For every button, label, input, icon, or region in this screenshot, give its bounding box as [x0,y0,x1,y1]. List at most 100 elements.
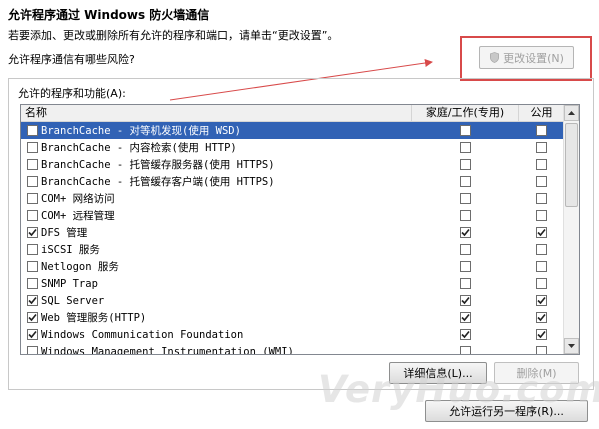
program-name: Windows Communication Foundation [41,328,244,341]
home-work-checkbox[interactable] [460,227,471,238]
home-work-checkbox[interactable] [460,142,471,153]
home-work-checkbox[interactable] [460,159,471,170]
public-checkbox[interactable] [536,261,547,272]
enabled-checkbox[interactable] [27,159,38,170]
row-home-cell [412,278,519,289]
risk-link[interactable]: 允许程序通信有哪些风险? [8,51,135,67]
home-work-checkbox[interactable] [460,312,471,323]
table-row[interactable]: SQL Server [21,292,564,309]
table-row[interactable]: Netlogon 服务 [21,258,564,275]
enabled-checkbox[interactable] [27,227,38,238]
home-work-checkbox[interactable] [460,210,471,221]
table-row[interactable]: COM+ 网络访问 [21,190,564,207]
column-header-home-work[interactable]: 家庭/工作(专用) [412,105,519,122]
row-home-cell [412,244,519,255]
table-row[interactable]: Windows Management Instrumentation (WMI) [21,343,564,355]
row-home-cell [412,159,519,170]
change-settings-button[interactable]: 更改设置(N) [479,46,574,69]
public-checkbox[interactable] [536,176,547,187]
public-checkbox[interactable] [536,346,547,354]
row-public-cell [519,159,564,170]
home-work-checkbox[interactable] [460,346,471,354]
enabled-checkbox[interactable] [27,295,38,306]
table-row[interactable]: BranchCache - 托管缓存服务器(使用 HTTPS) [21,156,564,173]
table-row[interactable]: Web 管理服务(HTTP) [21,309,564,326]
public-checkbox[interactable] [536,142,547,153]
enabled-checkbox[interactable] [27,346,38,354]
row-name-cell: Windows Management Instrumentation (WMI) [21,345,412,355]
table-row[interactable]: Windows Communication Foundation [21,326,564,343]
page-title: 允许程序通过 Windows 防火墙通信 [8,8,210,22]
public-checkbox[interactable] [536,244,547,255]
home-work-checkbox[interactable] [460,278,471,289]
list-rows: BranchCache - 对等机发现(使用 WSD) BranchCache -… [21,122,564,355]
table-row[interactable]: DFS 管理 [21,224,564,241]
table-row[interactable]: BranchCache - 对等机发现(使用 WSD) [21,122,564,139]
public-checkbox[interactable] [536,125,547,136]
details-button[interactable]: 详细信息(L)... [389,362,487,384]
enabled-checkbox[interactable] [27,312,38,323]
vertical-scrollbar[interactable] [563,105,579,354]
table-row[interactable]: iSCSI 服务 [21,241,564,258]
column-header-name[interactable]: 名称 [21,105,412,122]
home-work-checkbox[interactable] [460,261,471,272]
scroll-up-button[interactable] [564,105,579,121]
column-header-public[interactable]: 公用 [519,105,564,122]
public-checkbox[interactable] [536,193,547,204]
home-work-checkbox[interactable] [460,244,471,255]
row-home-cell [412,312,519,323]
row-public-cell [519,278,564,289]
home-work-checkbox[interactable] [460,329,471,340]
row-public-cell [519,210,564,221]
program-name: Windows Management Instrumentation (WMI) [41,345,294,355]
public-checkbox[interactable] [536,159,547,170]
public-checkbox[interactable] [536,227,547,238]
public-checkbox[interactable] [536,295,547,306]
row-name-cell: Web 管理服务(HTTP) [21,310,412,325]
row-name-cell: BranchCache - 内容检索(使用 HTTP) [21,140,412,155]
home-work-checkbox[interactable] [460,176,471,187]
public-checkbox[interactable] [536,210,547,221]
shield-icon [490,52,500,63]
enabled-checkbox[interactable] [27,329,38,340]
allow-another-program-button[interactable]: 允许运行另一程序(R)... [425,400,588,422]
program-name: Netlogon 服务 [41,261,119,273]
row-name-cell: COM+ 远程管理 [21,208,412,223]
program-name: BranchCache - 对等机发现(使用 WSD) [41,125,241,137]
enabled-checkbox[interactable] [27,176,38,187]
row-name-cell: BranchCache - 对等机发现(使用 WSD) [21,123,412,138]
row-public-cell [519,227,564,238]
row-home-cell [412,329,519,340]
home-work-checkbox[interactable] [460,125,471,136]
row-public-cell [519,312,564,323]
row-name-cell: Netlogon 服务 [21,259,412,274]
enabled-checkbox[interactable] [27,125,38,136]
scroll-down-button[interactable] [564,338,579,354]
remove-button[interactable]: 删除(M) [494,362,579,384]
row-public-cell [519,329,564,340]
table-row[interactable]: BranchCache - 内容检索(使用 HTTP) [21,139,564,156]
program-name: COM+ 远程管理 [41,210,115,222]
table-row[interactable]: COM+ 远程管理 [21,207,564,224]
table-row[interactable]: SNMP Trap [21,275,564,292]
scroll-thumb[interactable] [565,123,578,207]
public-checkbox[interactable] [536,278,547,289]
enabled-checkbox[interactable] [27,278,38,289]
public-checkbox[interactable] [536,312,547,323]
enabled-checkbox[interactable] [27,193,38,204]
table-row[interactable]: BranchCache - 托管缓存客户端(使用 HTTPS) [21,173,564,190]
home-work-checkbox[interactable] [460,295,471,306]
enabled-checkbox[interactable] [27,244,38,255]
public-checkbox[interactable] [536,329,547,340]
page-description: 若要添加、更改或删除所有允许的程序和端口，请单击“更改设置”。 [8,29,339,42]
row-public-cell [519,125,564,136]
enabled-checkbox[interactable] [27,210,38,221]
programs-list[interactable]: 名称 家庭/工作(专用) 公用 BranchCache - 对等机发现(使用 W… [20,104,580,355]
enabled-checkbox[interactable] [27,261,38,272]
row-public-cell [519,142,564,153]
program-name: BranchCache - 托管缓存客户端(使用 HTTPS) [41,176,275,188]
home-work-checkbox[interactable] [460,193,471,204]
row-name-cell: DFS 管理 [21,225,412,240]
enabled-checkbox[interactable] [27,142,38,153]
row-name-cell: SNMP Trap [21,278,412,290]
